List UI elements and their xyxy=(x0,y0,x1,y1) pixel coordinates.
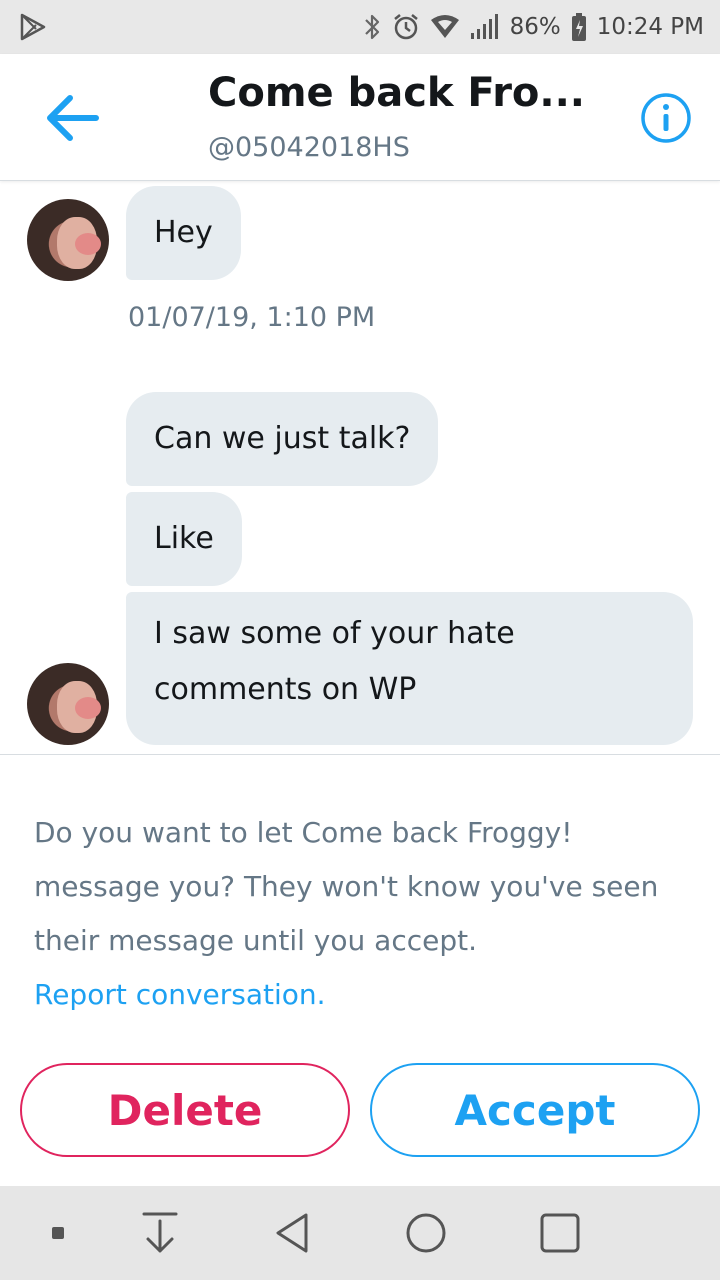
wifi-icon xyxy=(430,15,459,38)
report-conversation-link[interactable]: Report conversation. xyxy=(34,968,694,1022)
message-list[interactable]: Hey 01/07/19, 1:10 PM Can we just talk? … xyxy=(0,182,720,754)
dot-icon[interactable] xyxy=(40,1186,76,1280)
message-timestamp: 01/07/19, 1:10 PM xyxy=(128,302,376,333)
accept-button[interactable]: Accept xyxy=(370,1063,700,1157)
signal-icon xyxy=(470,14,498,39)
message-bubble[interactable]: Like xyxy=(126,492,242,586)
alarm-icon xyxy=(393,14,418,40)
back-triangle-icon[interactable] xyxy=(262,1186,322,1280)
request-prompt: Do you want to let Come back Froggy! mes… xyxy=(34,816,659,957)
message-bubble[interactable]: Hey xyxy=(126,186,241,280)
battery-icon xyxy=(571,13,586,41)
divider xyxy=(0,754,720,755)
play-store-icon xyxy=(20,13,46,41)
message-bubble[interactable]: Can we just talk? xyxy=(126,392,439,486)
bluetooth-icon xyxy=(364,14,379,40)
conversation-title: Come back Fro... xyxy=(208,70,585,116)
conversation-header: Come back Fro... @05042018HS xyxy=(0,54,720,181)
status-bar: 86% 10:24 PM xyxy=(0,0,720,54)
download-icon[interactable] xyxy=(130,1186,190,1280)
system-nav-bar xyxy=(0,1186,720,1280)
battery-percent: 86% xyxy=(509,14,561,40)
clock: 10:24 PM xyxy=(596,14,704,40)
info-icon[interactable] xyxy=(640,92,692,144)
avatar[interactable] xyxy=(27,663,109,745)
avatar[interactable] xyxy=(27,199,109,281)
delete-button[interactable]: Delete xyxy=(20,1063,350,1157)
arrow-left-icon[interactable] xyxy=(40,88,104,148)
message-request-panel: Do you want to let Come back Froggy! mes… xyxy=(34,806,694,1022)
recents-square-icon[interactable] xyxy=(530,1186,590,1280)
conversation-handle: @05042018HS xyxy=(208,132,410,163)
message-bubble[interactable]: I saw some of your hate comments on WP xyxy=(126,592,693,745)
home-circle-icon[interactable] xyxy=(396,1186,456,1280)
